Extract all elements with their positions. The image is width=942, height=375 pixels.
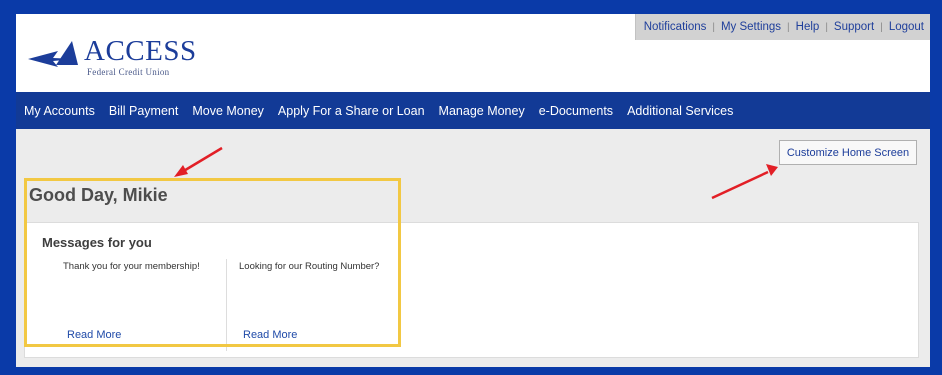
page-header: ACCESS Federal Credit Union Notification… <box>16 14 930 92</box>
notifications-link[interactable]: Notifications <box>644 21 707 33</box>
logo-arrow-icon <box>28 41 78 67</box>
read-more-link[interactable]: Read More <box>243 329 297 341</box>
messages-panel: Messages for you Thank you for your memb… <box>24 222 919 358</box>
nav-bill-payment[interactable]: Bill Payment <box>105 104 183 118</box>
message-card: Looking for our Routing Number? Read Mor… <box>227 261 427 351</box>
customize-home-screen-button[interactable]: Customize Home Screen <box>779 140 917 165</box>
logo[interactable]: ACCESS Federal Credit Union <box>26 32 196 77</box>
logout-link[interactable]: Logout <box>889 21 924 33</box>
help-link[interactable]: Help <box>796 21 820 33</box>
page: ACCESS Federal Credit Union Notification… <box>16 14 930 367</box>
utility-separator: | <box>712 21 715 33</box>
logo-subtitle: Federal Credit Union <box>87 67 170 77</box>
utility-separator: | <box>787 21 790 33</box>
greeting-heading: Good Day, Mikie <box>29 185 168 205</box>
nav-move-money[interactable]: Move Money <box>188 104 269 118</box>
nav-additional-services[interactable]: Additional Services <box>623 104 738 118</box>
screenshot-frame: ACCESS Federal Credit Union Notification… <box>0 0 942 375</box>
nav-manage-money[interactable]: Manage Money <box>435 104 530 118</box>
message-text: Looking for our Routing Number? <box>239 261 380 272</box>
annotation-arrow-customize <box>711 164 778 200</box>
nav-my-accounts[interactable]: My Accounts <box>20 104 100 118</box>
annotation-arrow-greeting <box>174 146 223 177</box>
utility-separator: | <box>825 21 828 33</box>
read-more-link[interactable]: Read More <box>67 329 121 341</box>
utility-nav: Notifications | My Settings | Help | Sup… <box>634 14 930 40</box>
utility-separator: | <box>880 21 883 33</box>
message-card: Thank you for your membership! Read More <box>25 261 226 351</box>
messages-title: Messages for you <box>42 235 152 250</box>
main-nav: My Accounts Bill Payment Move Money Appl… <box>16 92 930 129</box>
nav-apply-share-loan[interactable]: Apply For a Share or Loan <box>274 104 430 118</box>
logo-wordmark: ACCESS <box>84 35 197 67</box>
support-link[interactable]: Support <box>834 21 874 33</box>
message-text: Thank you for your membership! <box>63 261 200 272</box>
my-settings-link[interactable]: My Settings <box>721 21 781 33</box>
nav-e-documents[interactable]: e-Documents <box>535 104 618 118</box>
